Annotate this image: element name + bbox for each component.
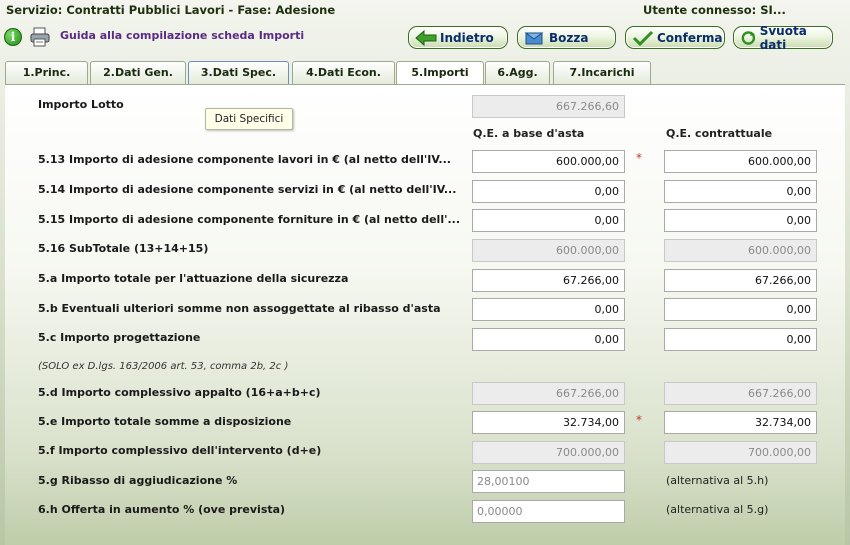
- input-5-e-base[interactable]: 32.734,00: [472, 411, 625, 434]
- field-5-16-base: 600.000,00: [472, 239, 625, 262]
- field-5-d-base: 667.266,00: [472, 382, 625, 405]
- field-5-d-contract: 667.266,00: [664, 382, 817, 405]
- row-label-5-14: 5.14 Importo di adesione componente serv…: [38, 183, 457, 196]
- ribasso-alternative-note: (alternativa al 5.h): [666, 474, 769, 487]
- row-label-5-e: 5.e Importo totale somme a disposizione: [38, 415, 292, 428]
- required-marker: *: [636, 151, 642, 165]
- tab-dati-econ[interactable]: 4.Dati Econ.: [292, 61, 395, 84]
- row-label-5-f: 5.f Importo complessivo dell'intervento …: [38, 444, 322, 457]
- offerta-label: 6.h Offerta in aumento % (ove prevista): [38, 503, 286, 516]
- input-5-13-contract[interactable]: 600.000,00: [664, 150, 817, 173]
- input-5-13-base[interactable]: 600.000,00: [472, 150, 625, 173]
- required-marker: *: [636, 413, 642, 427]
- info-icon[interactable]: i: [4, 28, 22, 46]
- connected-user: Utente connesso: SI...: [643, 3, 786, 17]
- tab-bar: 1.Princ. 2.Dati Gen. 3.Dati Spec. 4.Dati…: [5, 61, 845, 85]
- tab-dati-spec[interactable]: 3.Dati Spec.: [188, 61, 289, 84]
- confirm-button[interactable]: Conferma: [625, 26, 725, 49]
- draft-button-label: Bozza: [549, 30, 589, 45]
- input-5-b-base[interactable]: 0,00: [472, 298, 625, 321]
- confirm-button-label: Conferma: [657, 30, 723, 45]
- input-5-14-contract[interactable]: 0,00: [664, 180, 817, 203]
- input-5-14-base[interactable]: 0,00: [472, 180, 625, 203]
- field-5-f-contract: 700.000,00: [664, 441, 817, 464]
- clear-icon: [741, 30, 756, 45]
- guide-link[interactable]: Guida alla compilazione scheda Importi: [60, 29, 304, 42]
- ribasso-label: 5.g Ribasso di aggiudicazione %: [38, 474, 238, 487]
- ribasso-input[interactable]: 28,00100: [472, 470, 625, 493]
- input-5-a-base[interactable]: 67.266,00: [472, 269, 625, 292]
- toolbar: i Guida alla compilazione scheda Importi…: [0, 24, 850, 54]
- input-5-c-base[interactable]: 0,00: [472, 328, 625, 351]
- row-label-5-d: 5.d Importo complessivo appalto (16+a+b+…: [38, 386, 321, 399]
- column-header-base: Q.E. a base d'asta: [473, 127, 585, 140]
- importo-lotto-field: 667.266,60: [472, 95, 625, 118]
- tab-dati-gen[interactable]: 2.Dati Gen.: [90, 61, 186, 84]
- row-label-5-b: 5.b Eventuali ulteriori somme non assogg…: [38, 302, 441, 315]
- input-5-e-contract[interactable]: 32.734,00: [664, 411, 817, 434]
- tab-agg[interactable]: 6.Agg.: [485, 61, 550, 84]
- service-title: Servizio: Contratti Pubblici Lavori - Fa…: [6, 3, 336, 17]
- row-label-5-13: 5.13 Importo di adesione componente lavo…: [38, 153, 451, 166]
- clear-data-button[interactable]: Svuota dati: [733, 23, 833, 52]
- input-5-b-contract[interactable]: 0,00: [664, 298, 817, 321]
- offerta-alternative-note: (alternativa al 5.g): [666, 503, 769, 516]
- back-button-label: Indietro: [440, 30, 494, 45]
- tooltip: Dati Specifici: [205, 108, 293, 130]
- field-5-16-contract: 600.000,00: [664, 239, 817, 262]
- column-header-contract: Q.E. contrattuale: [666, 127, 773, 140]
- offerta-input[interactable]: 0,00000: [472, 500, 625, 523]
- tab-incarichi[interactable]: 7.Incarichi: [553, 61, 651, 84]
- header-bar: Servizio: Contratti Pubblici Lavori - Fa…: [0, 0, 850, 22]
- input-5-15-base[interactable]: 0,00: [472, 209, 625, 232]
- importo-lotto-label: Importo Lotto: [38, 98, 124, 111]
- draft-icon: [524, 32, 544, 44]
- row-label-5-16: 5.16 SubTotale (13+14+15): [38, 242, 209, 255]
- input-5-a-contract[interactable]: 67.266,00: [664, 269, 817, 292]
- input-5-15-contract[interactable]: 0,00: [664, 209, 817, 232]
- field-5-f-base: 700.000,00: [472, 441, 625, 464]
- input-5-c-contract[interactable]: 0,00: [664, 328, 817, 351]
- tab-princ[interactable]: 1.Princ.: [5, 61, 88, 84]
- back-button[interactable]: Indietro: [408, 26, 508, 49]
- row-label-5-a: 5.a Importo totale per l'attuazione dell…: [38, 272, 349, 285]
- row-label-5-c: 5.c Importo progettazione: [38, 331, 201, 344]
- tab-importi[interactable]: 5.Importi: [396, 61, 484, 85]
- progettazione-note: (SOLO ex D.lgs. 163/2006 art. 53, comma …: [38, 361, 289, 372]
- clear-data-button-label: Svuota dati: [759, 23, 807, 52]
- print-icon[interactable]: [29, 27, 51, 47]
- back-arrow-icon: [415, 29, 437, 46]
- check-icon: [632, 30, 654, 46]
- draft-button[interactable]: Bozza: [517, 26, 616, 49]
- row-label-5-15: 5.15 Importo di adesione componente forn…: [38, 213, 461, 226]
